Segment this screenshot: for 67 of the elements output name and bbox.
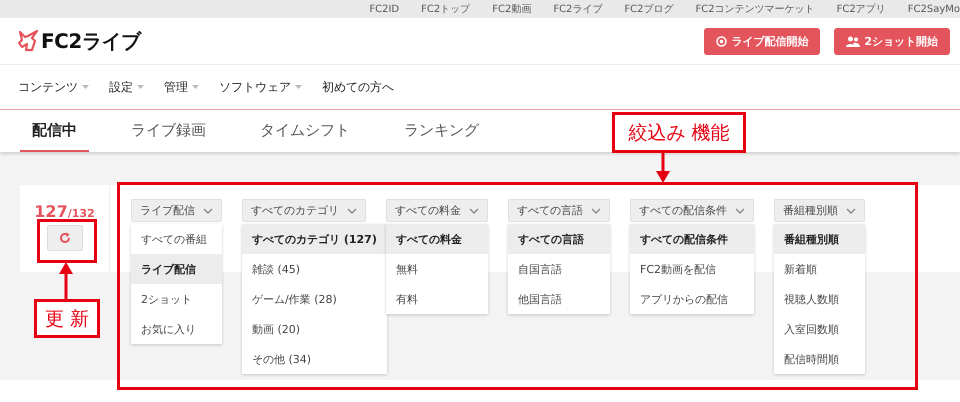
broadcast-icon bbox=[716, 36, 728, 46]
live-count: 127 bbox=[34, 202, 68, 221]
tab[interactable]: タイムシフト bbox=[248, 110, 362, 152]
refresh-icon bbox=[58, 231, 72, 245]
menu-option[interactable]: すべての料金 bbox=[386, 224, 488, 254]
top-link[interactable]: FC2コンテンツマーケット bbox=[696, 2, 815, 16]
people-icon bbox=[846, 36, 860, 46]
menu-option[interactable]: すべての言語 bbox=[508, 224, 610, 254]
highlight-frame bbox=[37, 219, 97, 263]
refresh-button[interactable] bbox=[46, 225, 82, 251]
menu-option[interactable]: すべての番組 bbox=[131, 224, 222, 254]
callout-label: 絞込み 機能 bbox=[612, 112, 746, 153]
chevron-icon bbox=[735, 208, 745, 214]
nav-item[interactable]: 設定 bbox=[109, 78, 144, 96]
nav-item[interactable]: 初めての方へ bbox=[322, 78, 394, 96]
menu-option[interactable]: 視聴人数順 bbox=[774, 284, 865, 314]
top-link[interactable]: FC2ライブ bbox=[553, 2, 602, 16]
caret-icon bbox=[192, 85, 199, 89]
nav-item[interactable]: ソフトウェア bbox=[219, 78, 302, 96]
menu-option[interactable]: 動画 (20) bbox=[242, 314, 387, 344]
menu-option[interactable]: ライブ配信 bbox=[131, 254, 222, 284]
menu-option[interactable]: FC2動画を配信 bbox=[630, 254, 754, 284]
filter-select[interactable]: すべての配信条件 bbox=[630, 199, 754, 222]
logo-text[interactable]: FC2ライブ bbox=[41, 28, 140, 54]
caret-icon bbox=[137, 85, 144, 89]
filter-select[interactable]: ライブ配信 bbox=[131, 199, 222, 222]
nav-item[interactable]: 管理 bbox=[164, 78, 199, 96]
header-button[interactable]: 2ショット開始 bbox=[834, 28, 950, 54]
filter-select[interactable]: すべての言語 bbox=[508, 199, 610, 222]
tab[interactable]: ランキング bbox=[392, 110, 491, 152]
menu-option[interactable]: 有料 bbox=[386, 284, 488, 314]
menu-option[interactable]: 2ショット bbox=[131, 284, 222, 314]
arrow-icon bbox=[59, 262, 73, 299]
total-count: /132 bbox=[68, 207, 95, 220]
menu-option[interactable]: 配信時間順 bbox=[774, 344, 865, 374]
menu-option[interactable]: お気に入り bbox=[131, 314, 222, 344]
nav-item[interactable]: コンテンツ bbox=[18, 78, 89, 96]
menu-option[interactable]: すべてのカテゴリ (127) bbox=[242, 224, 387, 254]
callout-label: 更 新 bbox=[34, 299, 100, 338]
menu-option[interactable]: アプリからの配信 bbox=[630, 284, 754, 314]
menu-option[interactable]: 入室回数順 bbox=[774, 314, 865, 344]
chevron-icon bbox=[846, 208, 856, 214]
menu-option[interactable]: 自国言語 bbox=[508, 254, 610, 284]
menu-option[interactable]: 新着順 bbox=[774, 254, 865, 284]
menu-option[interactable]: 無料 bbox=[386, 254, 488, 284]
menu-option[interactable]: 他国言語 bbox=[508, 284, 610, 314]
menu-option[interactable]: すべての配信条件 bbox=[630, 224, 754, 254]
tab[interactable]: ライブ録画 bbox=[119, 110, 218, 152]
caret-icon bbox=[295, 85, 302, 89]
top-link[interactable]: FC2トップ bbox=[421, 2, 470, 16]
chevron-icon bbox=[203, 208, 213, 214]
chevron-icon bbox=[591, 208, 601, 214]
menu-option[interactable]: その他 (34) bbox=[242, 344, 387, 374]
top-link[interactable]: FC2ID bbox=[369, 4, 400, 14]
filter-select[interactable]: 番組種別順 bbox=[774, 199, 865, 222]
menu-option[interactable]: 番組種別順 bbox=[774, 224, 865, 254]
top-link[interactable]: FC2動画 bbox=[492, 2, 532, 16]
filter-select[interactable]: すべての料金 bbox=[386, 199, 488, 222]
top-link[interactable]: FC2ブログ bbox=[624, 2, 674, 16]
chevron-icon bbox=[347, 208, 357, 214]
chevron-icon bbox=[469, 208, 479, 214]
header-button[interactable]: ライブ配信開始 bbox=[704, 28, 820, 54]
caret-icon bbox=[82, 85, 89, 89]
filter-select[interactable]: すべてのカテゴリ bbox=[242, 199, 366, 222]
top-link[interactable]: FC2アプリ bbox=[836, 2, 886, 16]
arrow-icon bbox=[656, 153, 670, 183]
top-link[interactable]: FC2SayMo bbox=[908, 4, 960, 14]
